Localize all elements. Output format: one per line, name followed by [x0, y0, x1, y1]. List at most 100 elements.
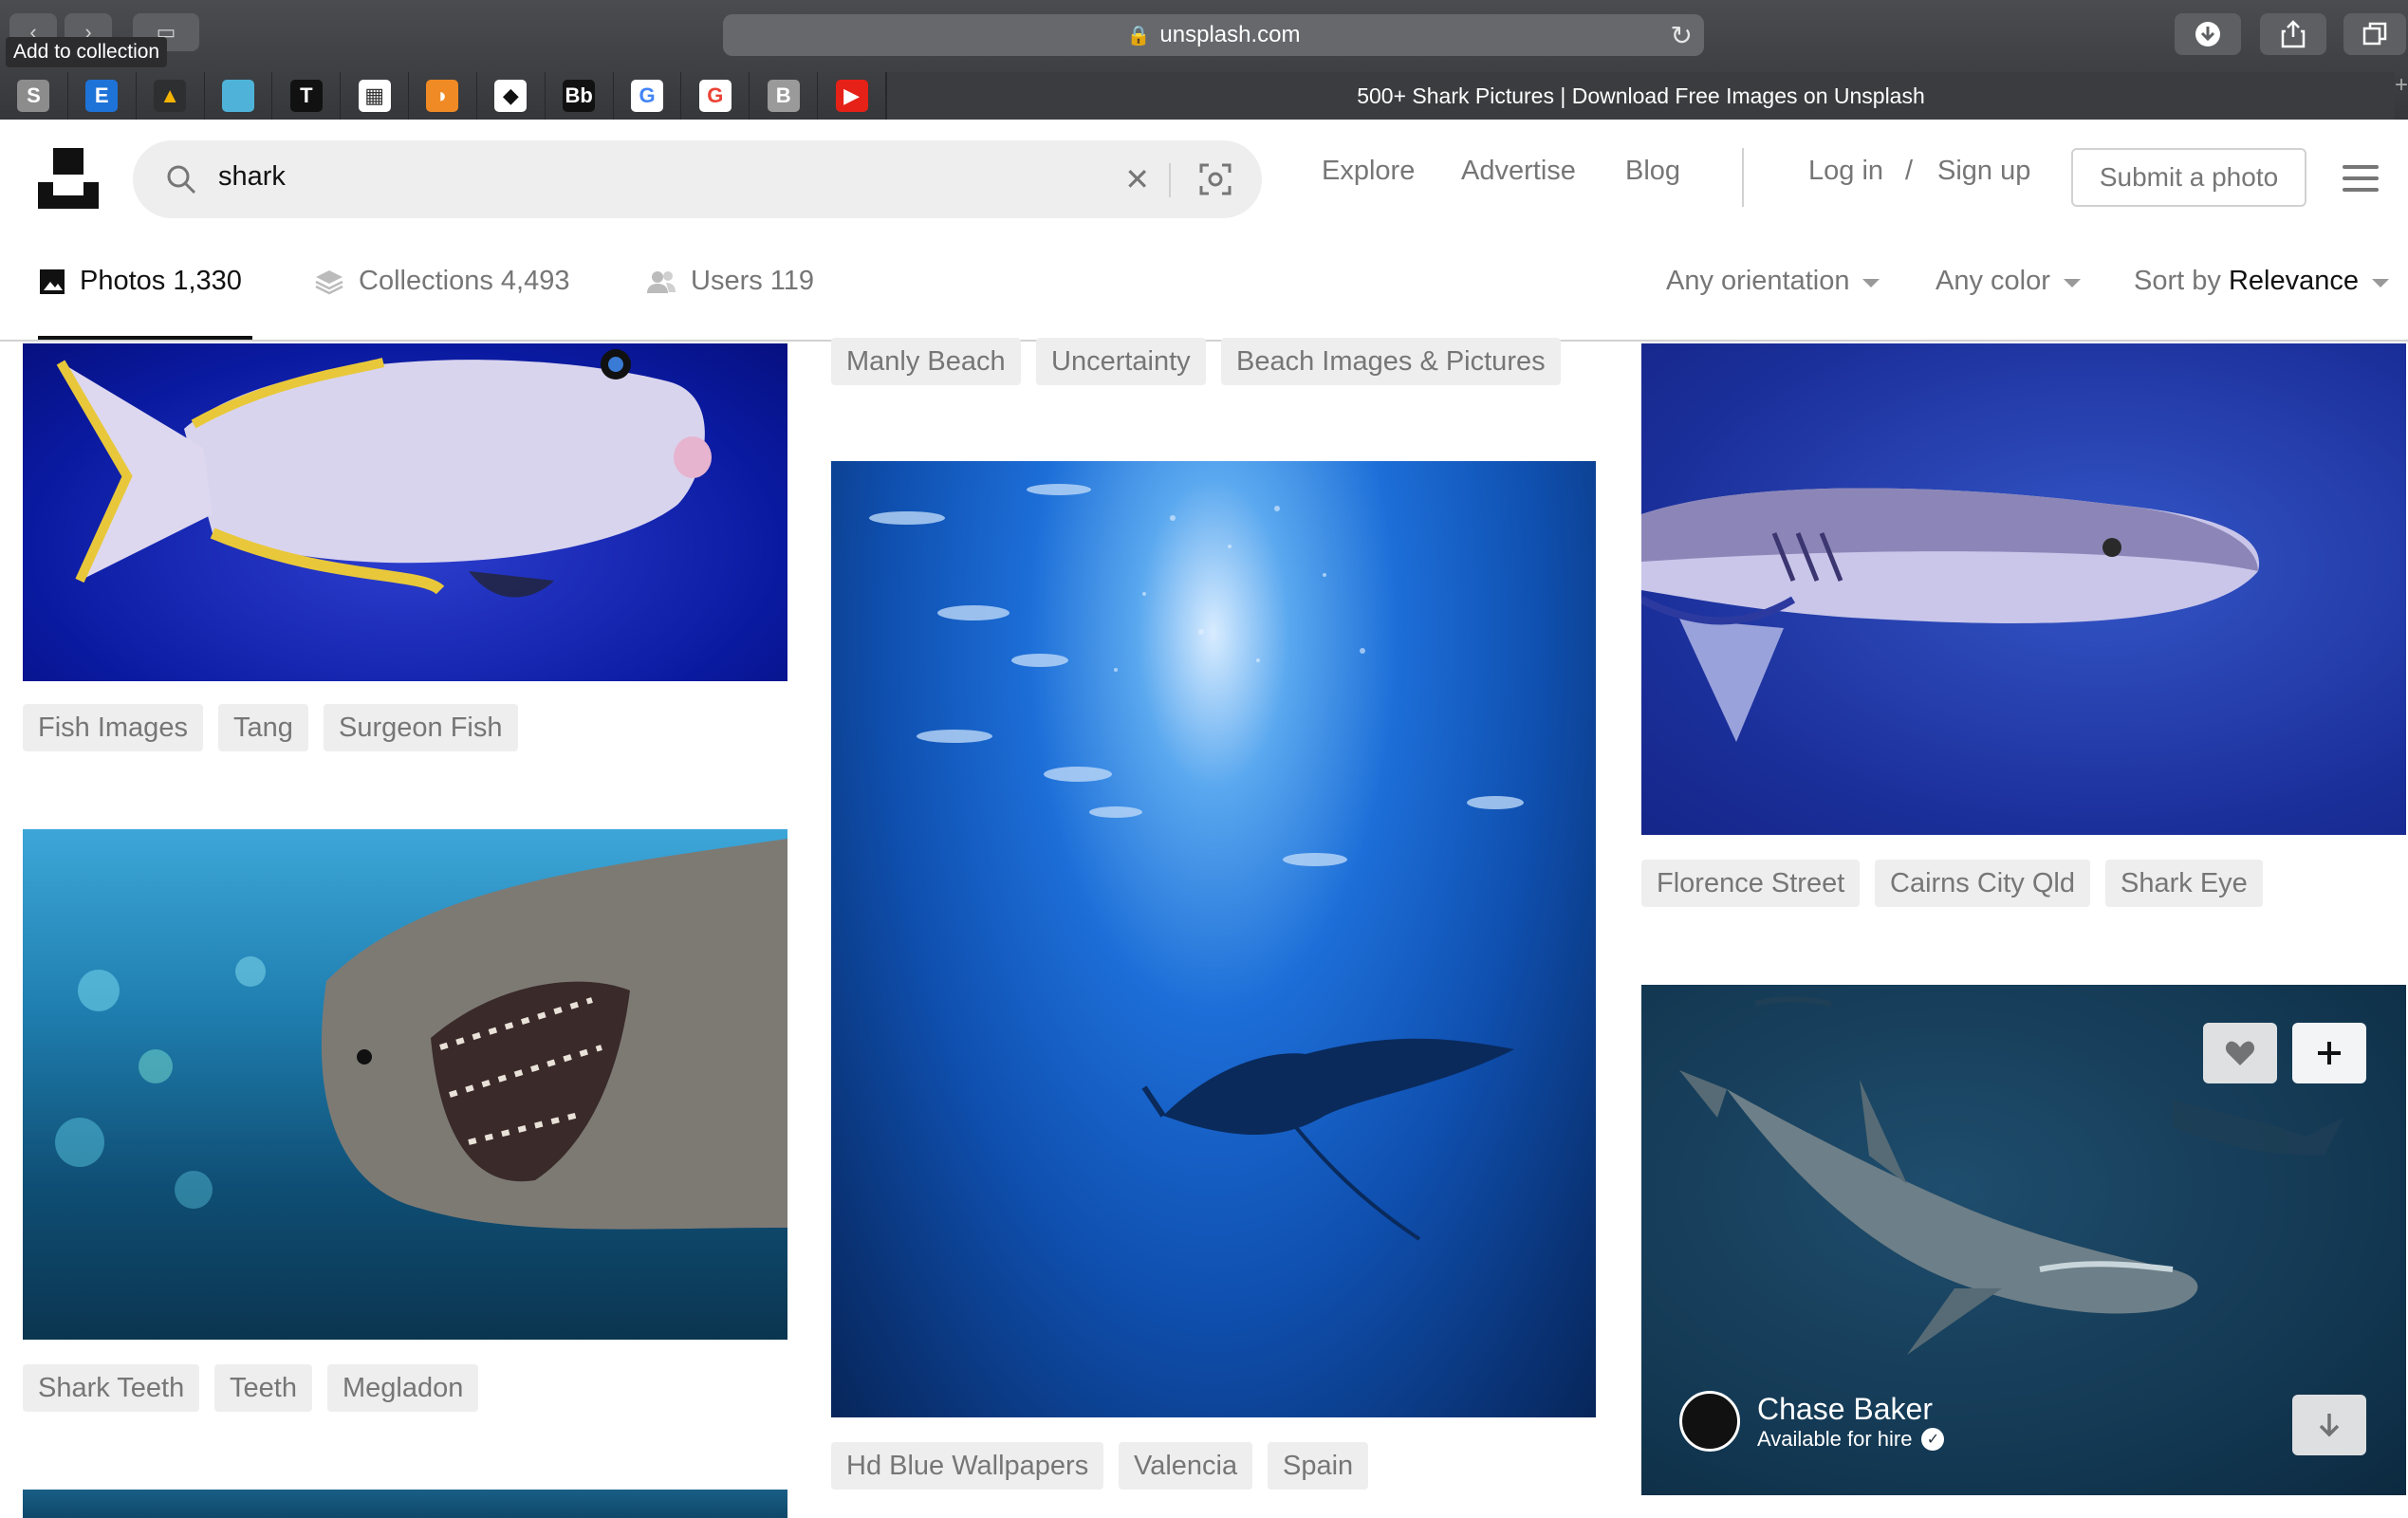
verified-check-icon: ✓	[1921, 1427, 1945, 1451]
bookmark-favicon-icon: B	[767, 80, 800, 112]
bookmark-3[interactable]	[205, 72, 273, 120]
nav-explore[interactable]: Explore	[1322, 156, 1415, 187]
bookmark-favicon-icon: G	[698, 80, 732, 112]
share-button[interactable]	[2260, 13, 2326, 55]
bookmark-favicon-icon: G	[631, 80, 664, 112]
bookmark-5[interactable]: ▦	[341, 72, 410, 120]
login-separator: /	[1905, 156, 1914, 186]
color-filter-label: Any color	[1936, 266, 2050, 296]
search-bar[interactable]: shark ✕	[133, 140, 1262, 218]
bookmark-10[interactable]: G	[681, 72, 750, 120]
tabs-overview-button[interactable]	[2343, 13, 2406, 55]
bookmark-favicon-icon: ◗	[426, 80, 459, 112]
tabs-icon	[2362, 22, 2387, 46]
sort-prefix: Sort by	[2134, 266, 2221, 296]
avatar[interactable]	[1679, 1391, 1740, 1452]
fish-illustration	[56, 349, 712, 598]
signup-link[interactable]: Sign up	[1937, 156, 2030, 187]
bookmark-4[interactable]: T	[272, 72, 342, 120]
orientation-filter[interactable]: Any orientation	[1666, 266, 1880, 297]
header-divider	[1742, 148, 1744, 207]
search-tabs-bar: Photos 1,330 Collections 4,493 Users 119…	[0, 226, 2408, 342]
shark-side-illustration	[1641, 488, 2260, 742]
chevron-down-icon	[2371, 279, 2389, 287]
tag-chip[interactable]: Tang	[218, 704, 308, 751]
share-icon	[2281, 20, 2306, 48]
bookmark-favicon-icon: S	[17, 80, 50, 112]
manta-illustration	[869, 484, 1524, 1241]
author-name[interactable]: Chase Baker	[1757, 1392, 1944, 1427]
tag-chip[interactable]: Megladon	[327, 1364, 479, 1412]
bookmark-0[interactable]: S	[0, 72, 68, 120]
bookmark-8[interactable]: Bb	[546, 72, 614, 120]
tag-chip[interactable]: Beach Images & Pictures	[1221, 338, 1561, 385]
unsplash-logo[interactable]	[38, 148, 99, 209]
bookmark-9[interactable]: G	[614, 72, 682, 120]
photo-manta-ray[interactable]	[831, 461, 1596, 1417]
tag-chip[interactable]: Shark Eye	[2105, 860, 2263, 907]
tab-photos[interactable]: Photos 1,330	[38, 266, 242, 297]
bookmark-favicon-icon	[221, 80, 254, 112]
author-status: Available for hire	[1757, 1426, 1913, 1451]
search-icon[interactable]	[165, 163, 197, 195]
bookmark-1[interactable]: E	[68, 72, 137, 120]
chevron-down-icon	[2063, 279, 2081, 287]
bookmark-7[interactable]: ◆	[477, 72, 546, 120]
heart-icon	[2225, 1041, 2255, 1065]
bookmarks-bar: S E ▲ T ▦ ◗ ◆ Bb G G B ▶	[0, 72, 886, 120]
tag-chip[interactable]: Spain	[1268, 1442, 1369, 1490]
tag-chip[interactable]: Teeth	[214, 1364, 312, 1412]
tag-chip[interactable]: Florence Street	[1641, 860, 1861, 907]
plus-icon	[2318, 1042, 2341, 1064]
bookmark-2[interactable]: ▲	[137, 72, 205, 120]
author-info[interactable]: Chase Baker Available for hire ✓	[1679, 1391, 1945, 1452]
hamburger-menu-icon[interactable]	[2343, 165, 2379, 199]
tab-collections[interactable]: Collections 4,493	[313, 266, 569, 297]
tag-chip[interactable]: Uncertainty	[1036, 338, 1206, 385]
new-tab-icon[interactable]: +	[2395, 72, 2408, 120]
address-bar[interactable]: 🔒 unsplash.com ↻	[723, 14, 1704, 56]
orientation-filter-label: Any orientation	[1666, 266, 1850, 296]
nav-blog[interactable]: Blog	[1625, 156, 1680, 187]
tag-chip[interactable]: Valencia	[1119, 1442, 1253, 1490]
submit-photo-button[interactable]: Submit a photo	[2071, 148, 2306, 207]
tag-chip[interactable]: Manly Beach	[831, 338, 1021, 385]
reload-icon[interactable]: ↻	[1671, 20, 1693, 51]
bookmark-12[interactable]: ▶	[818, 72, 886, 120]
tag-chip[interactable]: Shark Teeth	[23, 1364, 200, 1412]
like-button[interactable]	[2203, 1023, 2277, 1083]
tab-title[interactable]: 500+ Shark Pictures | Download Free Imag…	[886, 72, 2395, 120]
clear-icon[interactable]: ✕	[1124, 161, 1150, 197]
tag-chip[interactable]: Hd Blue Wallpapers	[831, 1442, 1104, 1490]
bookmark-6[interactable]: ◗	[409, 72, 477, 120]
tooltip: Add to collection	[6, 37, 168, 67]
site-header: shark ✕ Explore Advertise Blog Log in / …	[0, 120, 2408, 226]
bookmark-11[interactable]: B	[750, 72, 819, 120]
visual-search-icon[interactable]	[1197, 161, 1233, 197]
active-tab-indicator	[38, 336, 252, 340]
tab-photos-label: Photos 1,330	[80, 266, 242, 296]
bookmark-favicon-icon: E	[85, 80, 119, 112]
login-link[interactable]: Log in	[1808, 156, 1883, 187]
sort-filter[interactable]: Sort by Relevance	[2134, 266, 2389, 297]
tab-users-label: Users 119	[691, 266, 815, 296]
nav-advertise[interactable]: Advertise	[1461, 156, 1576, 187]
tag-chip[interactable]: Fish Images	[23, 704, 203, 751]
photo-shark-teeth[interactable]	[23, 829, 787, 1340]
tab-users[interactable]: Users 119	[645, 266, 814, 297]
shark-illustration	[55, 839, 787, 1230]
downloads-button[interactable]	[2175, 13, 2241, 55]
photo-shark-side[interactable]	[1641, 343, 2406, 835]
tag-chip[interactable]: Surgeon Fish	[324, 704, 518, 751]
bookmark-favicon-icon: ◆	[494, 80, 528, 112]
browser-chrome: ‹ › ▭ Add to collection 🔒 unsplash.com ↻…	[0, 0, 2408, 120]
add-to-collection-button[interactable]	[2292, 1023, 2366, 1083]
download-button[interactable]	[2292, 1395, 2366, 1455]
bookmark-favicon-icon: ▦	[358, 80, 391, 112]
color-filter[interactable]: Any color	[1936, 266, 2081, 297]
search-input[interactable]: shark	[218, 161, 286, 193]
photo-surgeonfish[interactable]	[23, 343, 787, 681]
arrow-down-icon	[2319, 1414, 2340, 1437]
lock-icon: 🔒	[1126, 25, 1151, 46]
tag-chip[interactable]: Cairns City Qld	[1875, 860, 2090, 907]
